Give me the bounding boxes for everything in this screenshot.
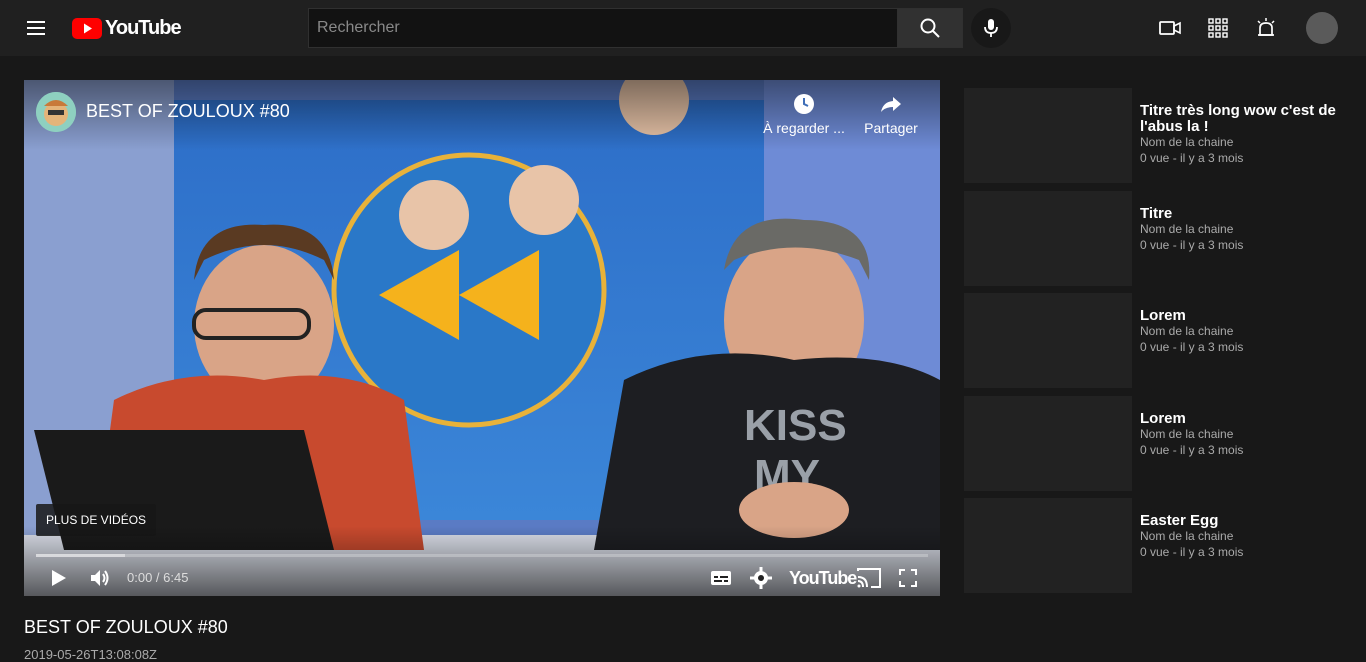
mute-button[interactable] (88, 566, 112, 590)
svg-text:KISS: KISS (744, 401, 847, 450)
player-title[interactable]: BEST OF ZOULOUX #80 (86, 101, 290, 122)
cast-icon (857, 568, 881, 588)
top-header: YouTube (0, 0, 1366, 56)
video-player[interactable]: KISS MY BEST OF ZOULOUX #80 À regarder .… (24, 80, 940, 596)
related-video-title[interactable]: Lorem (1140, 411, 1344, 427)
create-video-icon (1159, 21, 1181, 35)
related-video-item[interactable]: Lorem Nom de la chaine 0 vue - il y a 3 … (964, 396, 1344, 491)
video-frame-image: KISS MY (24, 80, 940, 596)
related-video-meta: 0 vue - il y a 3 mois (1140, 151, 1244, 165)
related-video-title[interactable]: Lorem (1140, 308, 1344, 324)
channel-avatar[interactable] (36, 92, 76, 132)
related-video-meta: 0 vue - il y a 3 mois (1140, 238, 1244, 252)
watch-later-label: À regarder ... (763, 120, 845, 136)
mic-icon (984, 19, 998, 37)
apps-grid-icon (1208, 18, 1228, 38)
channel-avatar-image (36, 92, 76, 132)
share-button[interactable]: Partager (846, 92, 936, 136)
play-icon (52, 570, 66, 586)
video-date: 2019-05-26T13:08:08Z (24, 647, 157, 662)
notifications-button[interactable] (1254, 16, 1278, 40)
share-icon (881, 97, 901, 112)
video-thumbnail[interactable] (964, 191, 1132, 286)
youtube-logo[interactable]: YouTube (72, 16, 182, 40)
youtube-logo-icon (72, 17, 102, 39)
watch-later-button[interactable]: À regarder ... (759, 92, 849, 136)
fullscreen-icon (899, 569, 917, 587)
related-video-meta: 0 vue - il y a 3 mois (1140, 545, 1244, 559)
video-thumbnail[interactable] (964, 293, 1132, 388)
menu-icon (27, 21, 45, 35)
related-video-channel[interactable]: Nom de la chaine (1140, 135, 1233, 149)
time-display: 0:00 / 6:45 (127, 570, 189, 585)
account-avatar[interactable] (1306, 12, 1338, 44)
related-video-channel[interactable]: Nom de la chaine (1140, 427, 1233, 441)
related-video-title[interactable]: Titre très long wow c'est de l'abus la ! (1140, 103, 1344, 135)
related-video-channel[interactable]: Nom de la chaine (1140, 324, 1233, 338)
menu-button[interactable] (26, 19, 46, 37)
video-title: BEST OF ZOULOUX #80 (24, 617, 228, 637)
subtitles-icon (711, 571, 731, 585)
related-video-item[interactable]: Easter Egg Nom de la chaine 0 vue - il y… (964, 498, 1344, 593)
video-thumbnail[interactable] (964, 396, 1132, 491)
video-thumbnail[interactable] (964, 88, 1132, 183)
search-bar (308, 8, 963, 48)
fullscreen-button[interactable] (898, 566, 918, 590)
related-video-meta: 0 vue - il y a 3 mois (1140, 340, 1244, 354)
subtitles-button[interactable] (709, 566, 733, 590)
related-video-channel[interactable]: Nom de la chaine (1140, 529, 1233, 543)
related-video-meta: 0 vue - il y a 3 mois (1140, 443, 1244, 457)
progress-bar[interactable] (36, 554, 928, 557)
related-video-title[interactable]: Titre (1140, 206, 1344, 222)
search-button[interactable] (898, 8, 963, 48)
search-input[interactable] (308, 8, 898, 48)
related-video-item[interactable]: Lorem Nom de la chaine 0 vue - il y a 3 … (964, 293, 1344, 388)
notifications-icon (1257, 18, 1275, 36)
buffer-fill (36, 554, 126, 557)
youtube-watermark-button[interactable]: YouTube (789, 568, 857, 589)
create-video-button[interactable] (1158, 16, 1182, 40)
logo-text: YouTube (105, 16, 182, 39)
voice-search-button[interactable] (971, 8, 1011, 48)
clock-icon (794, 94, 814, 114)
related-video-item[interactable]: Titre Nom de la chaine 0 vue - il y a 3 … (964, 191, 1344, 286)
settings-icon (750, 567, 772, 589)
play-button[interactable] (48, 566, 68, 590)
share-label: Partager (864, 120, 918, 136)
search-icon (920, 18, 940, 38)
related-video-item[interactable]: Titre très long wow c'est de l'abus la !… (964, 88, 1344, 183)
cast-button[interactable] (856, 566, 882, 590)
apps-button[interactable] (1206, 16, 1230, 40)
volume-icon (91, 570, 109, 586)
related-video-channel[interactable]: Nom de la chaine (1140, 222, 1233, 236)
related-video-title[interactable]: Easter Egg (1140, 513, 1344, 529)
settings-button[interactable] (749, 566, 773, 590)
video-thumbnail[interactable] (964, 498, 1132, 593)
